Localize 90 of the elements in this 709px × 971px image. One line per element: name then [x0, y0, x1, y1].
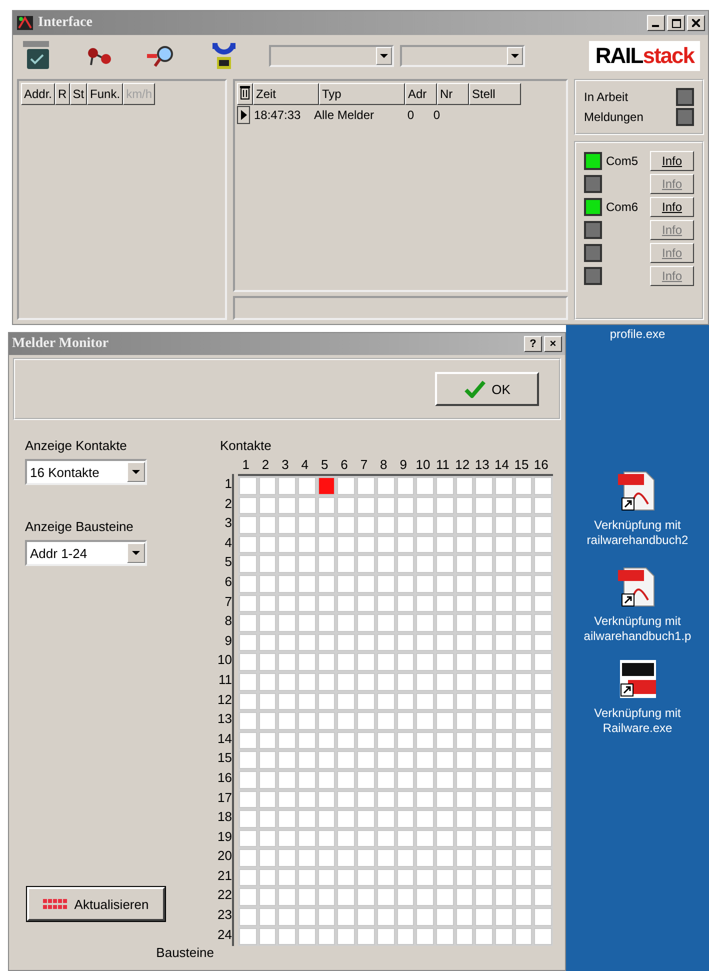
- column-number: 5: [320, 457, 330, 472]
- ok-button[interactable]: OK: [435, 372, 539, 406]
- app-shortcut-icon[interactable]: [618, 658, 658, 700]
- help-button[interactable]: ?: [524, 336, 542, 352]
- modules-select[interactable]: Addr 1-24: [25, 540, 147, 566]
- minimize-button[interactable]: [647, 15, 665, 31]
- row-number: 20: [216, 847, 232, 866]
- table-cell-text: 18:47:33: [253, 108, 302, 122]
- trash-icon[interactable]: [237, 83, 253, 105]
- port-label: Com6: [606, 200, 638, 214]
- row-number: 9: [224, 632, 232, 650]
- close-button[interactable]: ×: [544, 336, 562, 352]
- maximize-icon: [672, 18, 680, 28]
- row-number: 17: [216, 788, 232, 806]
- row-number: 5: [224, 553, 232, 572]
- row-number: 4: [224, 534, 232, 552]
- shortcut-label[interactable]: ailwarehandbuch1.p: [584, 629, 692, 644]
- column-header[interactable]: Typ: [319, 83, 405, 105]
- info-button[interactable]: Info: [650, 196, 694, 216]
- column-header[interactable]: R: [55, 83, 70, 105]
- close-icon[interactable]: [687, 15, 705, 31]
- column-number: 1: [241, 457, 250, 472]
- logo: RAILstack: [589, 41, 700, 71]
- pdf-file-icon[interactable]: [618, 470, 658, 512]
- column-header[interactable]: Stell: [469, 83, 521, 105]
- column-number: 14: [494, 457, 510, 472]
- column-header[interactable]: Funk.: [87, 83, 124, 105]
- row-number: 10: [216, 651, 232, 670]
- column-header[interactable]: Nr: [437, 83, 469, 105]
- row-number: 14: [216, 730, 232, 748]
- status-label: Meldungen: [584, 110, 644, 124]
- shortcut-label[interactable]: Verknüpfung mit: [594, 614, 681, 629]
- contacts-select[interactable]: 16 Kontakte: [25, 459, 147, 485]
- shortcut-label[interactable]: Railware.exe: [602, 721, 672, 736]
- column-number: 12: [454, 457, 471, 472]
- maximize-button[interactable]: [667, 15, 685, 31]
- status-label: In Arbeit: [584, 90, 628, 104]
- shortcut-label[interactable]: profile.exe: [610, 327, 666, 342]
- row-number: 15: [216, 749, 232, 768]
- window-title: Interface: [38, 15, 92, 31]
- shortcut-label[interactable]: Verknüpfung mit: [594, 518, 681, 533]
- info-button[interactable]: Info: [650, 150, 694, 170]
- column-number: 10: [414, 457, 432, 472]
- contacts-label: Anzeige Kontakte: [25, 438, 128, 453]
- checkmark-icon: [464, 380, 486, 398]
- column-number: 3: [280, 457, 290, 472]
- port-label: Com5: [606, 154, 638, 168]
- column-header[interactable]: Adr: [405, 83, 437, 105]
- column-number: 13: [474, 457, 490, 472]
- column-header[interactable]: Zeit: [253, 83, 319, 105]
- row-number: 13: [216, 710, 232, 728]
- refresh-button[interactable]: Aktualisieren: [27, 887, 165, 921]
- shortcut-label[interactable]: railwarehandbuch2: [586, 533, 688, 548]
- row-number: 8: [224, 612, 232, 630]
- row-number: 1: [224, 475, 232, 493]
- column-number: 7: [359, 457, 369, 472]
- column-number: 4: [300, 457, 310, 472]
- column-header[interactable]: Addr.: [21, 83, 56, 105]
- table-cell-text: 0: [406, 108, 415, 122]
- column-number: 9: [398, 457, 408, 472]
- column-header[interactable]: St: [70, 83, 88, 105]
- row-number: 24: [216, 926, 232, 944]
- column-number: 16: [532, 457, 550, 472]
- row-number: 6: [224, 572, 232, 591]
- row-number: 18: [216, 808, 232, 826]
- row-number: 3: [224, 514, 232, 532]
- row-number: 23: [216, 906, 232, 924]
- grid-icon: [43, 899, 70, 909]
- row-number: 16: [216, 768, 232, 787]
- modules-label: Anzeige Bausteine: [25, 519, 134, 534]
- app-icon: [16, 14, 34, 32]
- row-number: 7: [224, 592, 232, 611]
- row-number: 19: [216, 828, 232, 846]
- row-number: 21: [216, 866, 232, 885]
- pdf-file-icon[interactable]: [618, 566, 658, 608]
- table-cell-text: Alle Melder: [313, 108, 376, 122]
- axis-label: Bausteine: [156, 945, 214, 960]
- table-cell-text: 0: [432, 108, 441, 122]
- row-number: 22: [216, 886, 232, 904]
- shortcut-label[interactable]: Verknüpfung mit: [594, 706, 681, 721]
- column-number: 2: [260, 457, 270, 472]
- column-number: 8: [379, 457, 388, 472]
- axis-label: Kontakte: [220, 438, 272, 453]
- row-number: 11: [218, 670, 232, 689]
- column-number: 6: [340, 457, 349, 472]
- dialog-title: Melder Monitor: [12, 336, 109, 352]
- row-number: 2: [224, 494, 232, 513]
- column-number: 15: [513, 457, 530, 472]
- row-number: 12: [216, 690, 232, 709]
- column-number: 11: [434, 457, 450, 472]
